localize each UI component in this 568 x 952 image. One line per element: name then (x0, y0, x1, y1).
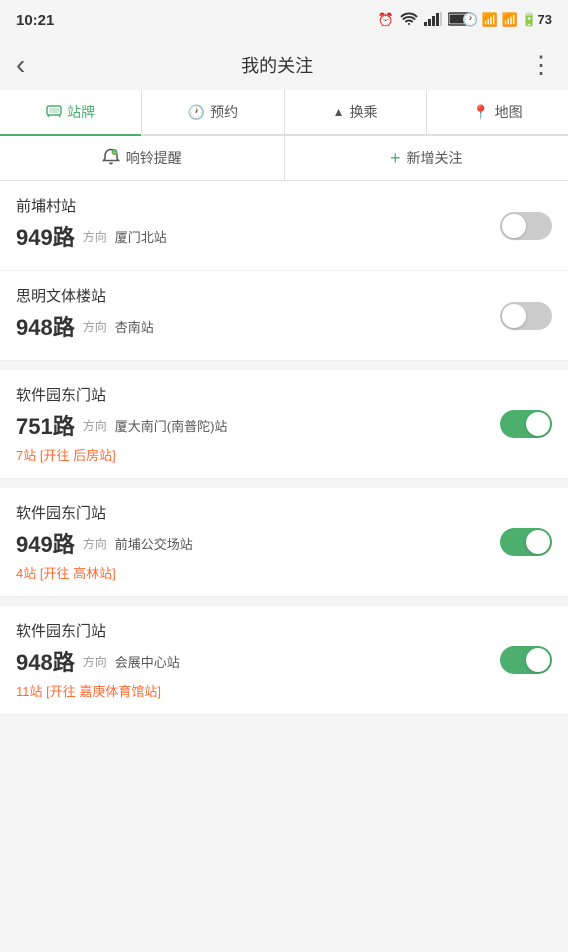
item-content: 思明文体楼站 948路 方向 杏南站 (16, 285, 488, 346)
divider (0, 480, 568, 488)
tab-transfer[interactable]: ▲ 换乘 (285, 90, 427, 134)
list-item[interactable]: 前埔村站 949路 方向 厦门北站 (0, 181, 568, 271)
bell-icon: 🔒 (102, 148, 120, 169)
item-direction-dest: 厦门北站 (115, 227, 167, 246)
item-content: 前埔村站 949路 方向 厦门北站 (16, 195, 488, 256)
item-route-line: 751路 方向 厦大南门(南普陀)站 (16, 409, 488, 441)
tab-station-label: 站牌 (67, 102, 95, 122)
page-title: 我的关注 (241, 52, 313, 78)
item-route: 949路 (16, 527, 75, 559)
item-direction-dest: 厦大南门(南普陀)站 (115, 416, 228, 435)
item-direction-label: 方向 (83, 228, 107, 245)
item-alert: 11站 [开往 嘉庚体育馆站] (16, 681, 488, 700)
toggle-item5[interactable] (500, 646, 552, 674)
item-route-line: 948路 方向 杏南站 (16, 310, 488, 342)
tab-booking[interactable]: 🕐 预约 (142, 90, 284, 134)
battery-level: 🕐 📶 📶 🔋73 (462, 12, 552, 28)
item-direction-dest: 杏南站 (115, 317, 154, 336)
status-bar: 10:21 ⏰ (0, 0, 568, 40)
tab-map-label: 地图 (495, 102, 523, 122)
item-route-line: 949路 方向 厦门北站 (16, 220, 488, 252)
item-station: 思明文体楼站 (16, 285, 488, 306)
reminder-label: 响铃提醒 (126, 148, 182, 168)
toggle-item4[interactable] (500, 528, 552, 556)
item-station: 软件园东门站 (16, 620, 488, 641)
item-direction-dest: 会展中心站 (115, 652, 180, 671)
list-item[interactable]: 思明文体楼站 948路 方向 杏南站 (0, 271, 568, 361)
add-label: 新增关注 (407, 148, 463, 168)
item-direction-dest: 前埔公交场站 (115, 534, 193, 553)
tab-map[interactable]: 📍 地图 (427, 90, 568, 134)
item-content: 软件园东门站 751路 方向 厦大南门(南普陀)站 7站 [开往 后房站] (16, 384, 488, 464)
tab-map-icon: 📍 (472, 104, 489, 121)
item-station: 软件园东门站 (16, 384, 488, 405)
item-route-line: 948路 方向 会展中心站 (16, 645, 488, 677)
divider (0, 598, 568, 606)
more-button[interactable]: ⋮ (529, 51, 552, 80)
item-station: 软件园东门站 (16, 502, 488, 523)
item-route: 949路 (16, 220, 75, 252)
tab-booking-icon: 🕐 (188, 104, 205, 121)
item-route: 948路 (16, 310, 75, 342)
toggle-item1[interactable] (500, 212, 552, 240)
tab-transfer-icon: ▲ (333, 105, 345, 119)
tab-bar: 站牌 🕐 预约 ▲ 换乘 📍 地图 (0, 90, 568, 136)
item-content: 软件园东门站 949路 方向 前埔公交场站 4站 [开往 高林站] (16, 502, 488, 582)
tab-station-icon (46, 104, 62, 121)
tab-station[interactable]: 站牌 (0, 90, 142, 134)
list-item[interactable]: 软件园东门站 751路 方向 厦大南门(南普陀)站 7站 [开往 后房站] (0, 370, 568, 479)
alarm-icon: ⏰ (378, 12, 394, 28)
wifi-icon (400, 12, 418, 29)
item-route: 751路 (16, 409, 75, 441)
list-item[interactable]: 软件园东门站 948路 方向 会展中心站 11站 [开往 嘉庚体育馆站] (0, 606, 568, 715)
tab-booking-label: 预约 (210, 102, 238, 122)
reminder-button[interactable]: 🔒 响铃提醒 (0, 136, 285, 180)
item-alert: 4站 [开往 高林站] (16, 563, 488, 582)
status-icons: ⏰ (378, 12, 552, 29)
plus-icon: + (390, 148, 401, 169)
item-content: 软件园东门站 948路 方向 会展中心站 11站 [开往 嘉庚体育馆站] (16, 620, 488, 700)
svg-text:🔒: 🔒 (112, 149, 117, 154)
item-direction-label: 方向 (83, 535, 107, 552)
nav-bar: ‹ 我的关注 ⋮ (0, 40, 568, 90)
divider (0, 362, 568, 370)
item-route-line: 949路 方向 前埔公交场站 (16, 527, 488, 559)
add-follow-button[interactable]: + 新增关注 (285, 136, 568, 180)
toggle-item2[interactable] (500, 302, 552, 330)
tab-transfer-label: 换乘 (350, 102, 378, 122)
list-container: 前埔村站 949路 方向 厦门北站 思明文体楼站 948路 方向 杏南站 软件园… (0, 181, 568, 715)
item-direction-label: 方向 (83, 318, 107, 335)
item-station: 前埔村站 (16, 195, 488, 216)
status-time: 10:21 (16, 12, 54, 29)
toggle-item3[interactable] (500, 410, 552, 438)
item-direction-label: 方向 (83, 653, 107, 670)
action-bar: 🔒 响铃提醒 + 新增关注 (0, 136, 568, 181)
back-button[interactable]: ‹ (16, 49, 25, 81)
item-direction-label: 方向 (83, 417, 107, 434)
list-item[interactable]: 软件园东门站 949路 方向 前埔公交场站 4站 [开往 高林站] (0, 488, 568, 597)
item-route: 948路 (16, 645, 75, 677)
signal-icon (424, 12, 442, 29)
item-alert: 7站 [开往 后房站] (16, 445, 488, 464)
